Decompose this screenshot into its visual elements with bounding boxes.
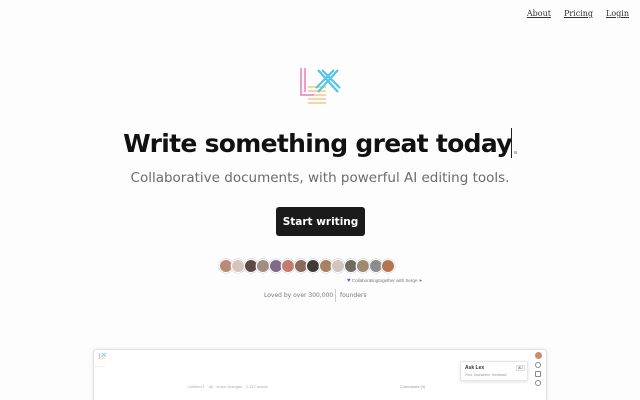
top-nav: About Pricing Login: [527, 9, 629, 18]
ask-lex-popover[interactable]: Ask Lex Find, brainstorm, feedback ⌘J: [460, 361, 528, 381]
text-caret: [510, 128, 512, 158]
app-sidebar-divider: [93, 366, 105, 367]
loved-by-text: Loved by over 300,000: [264, 292, 334, 299]
hero-title: Write something great today: [0, 128, 640, 158]
comments-button[interactable]: Comments (4): [400, 384, 425, 389]
avatar: [331, 259, 345, 273]
cursor-arrow-icon: ➤: [418, 278, 423, 283]
collab-tag-text: Collaboratingtogether with Serge: [351, 278, 418, 283]
avatar: [231, 259, 245, 273]
avatar: [381, 259, 395, 273]
hero-title-text: Write something great today: [123, 129, 512, 158]
caret-marker-icon: [513, 151, 517, 154]
lex-logo: [300, 68, 341, 104]
start-writing-button[interactable]: Start writing: [276, 207, 365, 236]
app-side-rail: [533, 352, 543, 386]
avatar: [306, 259, 320, 273]
nav-login-link[interactable]: Login: [606, 9, 629, 18]
avatar: [256, 259, 270, 273]
ask-lex-subtitle: Find, brainstorm, feedback: [465, 373, 507, 377]
text-caret-divider: [335, 289, 336, 302]
nav-pricing-link[interactable]: Pricing: [564, 9, 593, 18]
avatar[interactable]: [534, 352, 542, 359]
avatar: [281, 259, 295, 273]
help-icon[interactable]: [535, 362, 541, 368]
document-meta: Untitled 1 · 4β · show changes · 2,157 w…: [188, 384, 268, 389]
founders-text: founders: [340, 292, 367, 299]
collab-tag: ♥ Collaboratingtogether with Serge ➤: [347, 278, 422, 284]
history-icon[interactable]: [535, 380, 541, 386]
heart-icon: ♥: [347, 278, 351, 284]
ask-lex-title: Ask Lex: [465, 365, 485, 371]
avatar: [356, 259, 370, 273]
user-avatars: [218, 259, 395, 273]
list-icon[interactable]: [535, 371, 541, 377]
logo-blue-x: [315, 69, 341, 93]
app-logo-icon: [98, 352, 107, 360]
nav-about-link[interactable]: About: [527, 9, 551, 18]
ask-lex-shortcut: ⌘J: [515, 365, 525, 371]
hero-subtitle: Collaborative documents, with powerful A…: [130, 170, 510, 186]
